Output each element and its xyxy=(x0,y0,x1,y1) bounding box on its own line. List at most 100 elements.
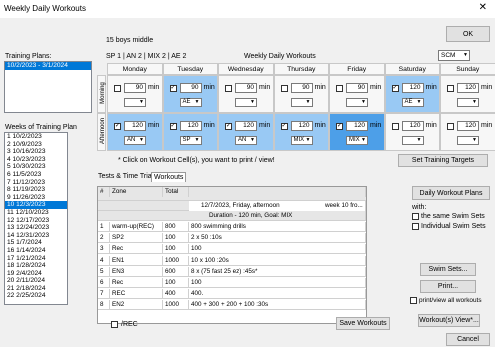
table-cell[interactable]: 8 xyxy=(98,300,110,311)
zone-select[interactable]: MIX ▼ xyxy=(346,136,368,145)
set-training-targets-button[interactable]: Set Training Targets xyxy=(398,154,488,167)
cell-checkbox[interactable] xyxy=(280,85,288,92)
cell-checkbox[interactable]: ✓ xyxy=(336,123,343,130)
zone-select[interactable]: AN ▼ xyxy=(124,136,146,145)
table-cell[interactable]: 6 xyxy=(98,278,110,288)
week-item[interactable]: 1 10/2/2023 xyxy=(5,133,67,141)
week-item[interactable]: 11 12/10/2023 xyxy=(5,209,67,217)
individual-sets-checkbox[interactable] xyxy=(412,223,419,230)
zone-select[interactable]: AE ▼ xyxy=(179,98,202,107)
week-item[interactable]: 12 12/17/2023 xyxy=(5,217,67,225)
table-cell[interactable]: warm-up(REC) xyxy=(110,222,163,232)
table-cell[interactable]: 400. xyxy=(189,289,366,300)
minutes-field[interactable]: 90 xyxy=(179,83,202,93)
table-cell[interactable]: 800 xyxy=(163,222,189,232)
close-icon[interactable]: ✕ xyxy=(479,2,487,13)
cell-checkbox[interactable] xyxy=(447,123,454,130)
table-cell[interactable]: EN1 xyxy=(110,255,163,266)
table-cell[interactable]: 10 x 100 :20s xyxy=(189,255,366,266)
minutes-field[interactable]: 120 xyxy=(179,121,202,131)
cell-checkbox[interactable] xyxy=(391,123,399,130)
table-cell[interactable]: 7 xyxy=(98,289,110,300)
save-workouts-button[interactable]: Save Workouts xyxy=(336,317,390,330)
week-item[interactable]: 18 1/28/2024 xyxy=(5,262,67,270)
week-item[interactable]: 22 2/25/2024 xyxy=(5,292,67,300)
table-cell[interactable]: EN3 xyxy=(110,266,163,277)
workouts-view-button[interactable]: Workout(s) View*... xyxy=(418,314,480,327)
zone-select[interactable]: ▼ xyxy=(346,98,368,107)
week-item[interactable]: 20 2/11/2024 xyxy=(5,277,67,285)
table-cell[interactable]: 2 xyxy=(98,233,110,244)
table-cell[interactable]: 5 xyxy=(98,266,110,277)
table-cell[interactable]: 800 swimming drills xyxy=(189,222,366,232)
table-row[interactable]: 7 REC 400 400. xyxy=(98,289,366,300)
zone-select[interactable]: SP ▼ xyxy=(179,136,202,145)
week-item[interactable]: 21 2/18/2024 xyxy=(5,285,67,293)
table-row[interactable]: 1 warm-up(REC) 800 800 swimming drills xyxy=(98,222,366,232)
zone-select[interactable]: ▼ xyxy=(457,98,479,107)
weeks-list[interactable]: 1 10/2/2023 2 10/9/2023 3 10/16/2023 4 10/2… xyxy=(4,132,68,305)
zone-select[interactable]: ▼ xyxy=(124,98,146,107)
table-cell[interactable]: 400 + 300 + 200 + 100 :30s xyxy=(189,300,366,311)
cell-checkbox[interactable]: ✓ xyxy=(169,123,177,130)
table-row[interactable]: 2 SP2 100 2 x 50 :10s xyxy=(98,233,366,244)
zone-select[interactable]: ▼ xyxy=(235,98,257,107)
table-cell[interactable]: 3 xyxy=(98,244,110,255)
zone-select[interactable]: AE ▼ xyxy=(401,98,424,107)
table-cell[interactable]: 100 xyxy=(189,244,366,255)
minutes-field[interactable]: 120 xyxy=(457,121,479,131)
zone-select[interactable]: ▼ xyxy=(457,136,479,145)
minutes-field[interactable]: 120 xyxy=(401,83,424,93)
table-cell[interactable]: SP2 xyxy=(110,233,163,244)
training-plan-item[interactable]: 10/2/2023 - 3/1/2024 xyxy=(5,62,91,70)
table-row[interactable]: 8 EN2 1000 400 + 300 + 200 + 100 :30s xyxy=(98,300,366,311)
swim-sets-button[interactable]: Swim Sets... xyxy=(420,263,476,276)
week-item[interactable]: 2 10/9/2023 xyxy=(5,141,67,149)
table-row[interactable]: 4 EN1 1000 10 x 100 :20s xyxy=(98,255,366,266)
morning-workout-cell[interactable]: 90 min ▼ xyxy=(107,75,163,113)
week-item[interactable]: 8 11/19/2023 xyxy=(5,186,67,194)
week-item[interactable]: 4 10/23/2023 xyxy=(5,156,67,164)
minutes-field[interactable]: 120 xyxy=(401,121,424,131)
cell-checkbox[interactable]: ✓ xyxy=(169,85,177,92)
minutes-field[interactable]: 120 xyxy=(235,121,257,131)
tab-tests[interactable]: Tests & Time Trials xyxy=(96,172,159,181)
cell-checkbox[interactable] xyxy=(114,85,121,92)
daily-workout-plans-button[interactable]: Daily Workout Plans xyxy=(412,186,490,200)
table-cell[interactable]: Zone xyxy=(110,187,163,197)
minutes-field[interactable]: 120 xyxy=(290,121,313,131)
minutes-field[interactable]: 90 xyxy=(346,83,368,93)
week-item[interactable]: 7 11/12/2023 xyxy=(5,179,67,187)
afternoon-workout-cell[interactable]: ✓ 120 min SP ▼ xyxy=(162,113,218,151)
afternoon-workout-cell[interactable]: 120 min ▼ xyxy=(384,113,440,151)
table-cell[interactable]: Rec xyxy=(110,278,163,288)
afternoon-workout-cell[interactable]: ✓ 120 min MIX ▼ xyxy=(273,113,329,151)
printview-checkbox[interactable] xyxy=(410,297,417,304)
cell-checkbox[interactable] xyxy=(336,85,343,92)
cell-checkbox[interactable]: ✓ xyxy=(391,85,399,92)
table-cell[interactable]: 400 xyxy=(163,289,189,300)
table-row[interactable]: 6 Rec 100 100 xyxy=(98,278,366,288)
minutes-field[interactable]: 120 xyxy=(457,83,479,93)
table-cell[interactable]: 600 xyxy=(163,266,189,277)
week-item[interactable]: 13 12/24/2023 xyxy=(5,224,67,232)
table-cell[interactable]: EN2 xyxy=(110,300,163,311)
week-item[interactable]: 6 11/5/2023 xyxy=(5,171,67,179)
table-cell[interactable]: 1 xyxy=(98,222,110,232)
same-sets-checkbox[interactable] xyxy=(412,213,419,220)
week-item[interactable]: 5 10/30/2023 xyxy=(5,163,67,171)
table-cell[interactable]: 100 xyxy=(189,278,366,288)
morning-workout-cell[interactable]: 90 min ▼ xyxy=(273,75,329,113)
week-item[interactable]: 15 1/7/2024 xyxy=(5,239,67,247)
zone-select[interactable]: AN ▼ xyxy=(235,136,257,145)
table-row[interactable]: 3 Rec 100 100 xyxy=(98,244,366,255)
cell-checkbox[interactable]: ✓ xyxy=(280,123,288,130)
table-row[interactable]: 5 EN3 600 8 x (75 fast 25 ez) :45s* xyxy=(98,266,366,277)
table-cell[interactable]: 100 xyxy=(163,278,189,288)
afternoon-workout-cell[interactable]: ✓ 120 min MIX ▼ xyxy=(329,113,385,151)
table-cell[interactable]: 1000 xyxy=(163,255,189,266)
cell-checkbox[interactable]: ✓ xyxy=(225,123,232,130)
afternoon-workout-cell[interactable]: ✓ 120 min AN ▼ xyxy=(107,113,163,151)
minutes-field[interactable]: 90 xyxy=(290,83,313,93)
week-item[interactable]: 16 1/14/2024 xyxy=(5,247,67,255)
